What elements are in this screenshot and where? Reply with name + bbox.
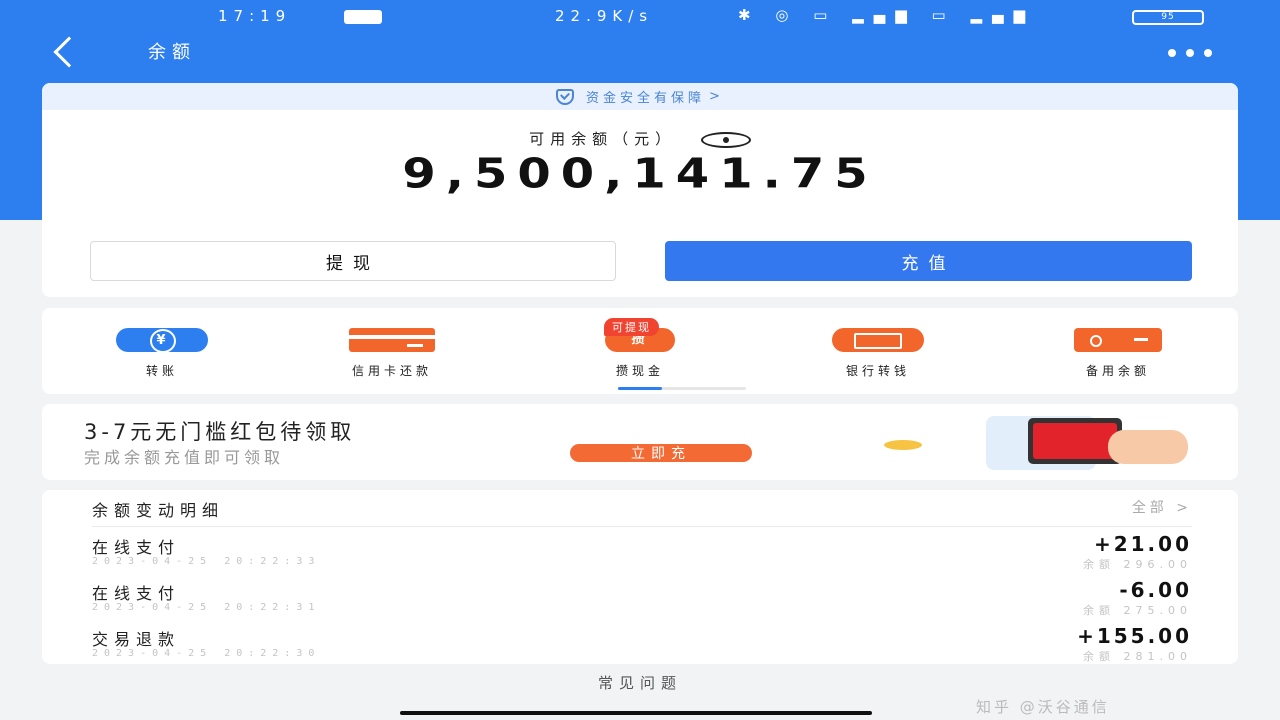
withdrawable-badge: 可提现 bbox=[604, 318, 659, 336]
service-label: 信用卡还款 bbox=[351, 364, 432, 378]
service-spare-balance[interactable]: 备用余额 bbox=[1038, 328, 1198, 379]
service-transfer[interactable]: 转账 bbox=[82, 328, 242, 379]
balance-amount: 9,500,141.75 bbox=[402, 150, 878, 198]
page-title: 余额 bbox=[148, 42, 196, 63]
promo-recharge-button[interactable]: 立即充 bbox=[570, 444, 752, 462]
promo-title: 3-7元无门槛红包待领取 bbox=[84, 420, 356, 444]
balance-history-title: 余额变动明细 bbox=[92, 501, 225, 520]
wallet-icon bbox=[1074, 328, 1162, 352]
promo-subtitle: 完成余额充值即可领取 bbox=[84, 448, 285, 467]
home-indicator[interactable] bbox=[400, 711, 872, 715]
transaction-balance: 余额 275.00 bbox=[1083, 604, 1192, 617]
transaction-name: 在线支付 bbox=[92, 538, 181, 557]
balance-history-header: 余额变动明细 全部 > bbox=[92, 497, 1192, 527]
credit-card-icon bbox=[349, 328, 435, 352]
transaction-amount: +155.00 bbox=[1077, 624, 1192, 648]
transaction-time: 2023-04-25 20:22:30 bbox=[92, 648, 321, 659]
transaction-balance: 余额 281.00 bbox=[1083, 650, 1192, 663]
status-time: 17:19 bbox=[218, 7, 292, 25]
service-bank-transfer[interactable]: 银行转钱 bbox=[798, 328, 958, 379]
view-all-label: 全部 bbox=[1131, 500, 1168, 516]
battery-icon: 95 bbox=[1132, 10, 1204, 25]
quick-services: 转账 信用卡还款 攒 可提现 攒现金 银行转钱 备用余额 bbox=[42, 308, 1238, 394]
hand-illustration bbox=[1108, 430, 1188, 464]
watermark: 知乎 @沃谷通信 bbox=[976, 698, 1110, 716]
promo-banner[interactable]: 3-7元无门槛红包待领取 完成余额充值即可领取 立即充 bbox=[42, 404, 1238, 480]
top-bar: 余额 bbox=[0, 30, 1280, 80]
available-balance-text: 可用余额（元） bbox=[529, 130, 677, 148]
notification-icon bbox=[344, 10, 382, 24]
transaction-row[interactable]: 在线支付 2023-04-25 20:22:31 -6.00 余额 275.00 bbox=[92, 578, 1192, 620]
transaction-amount: +21.00 bbox=[1093, 532, 1192, 556]
chevron-right-icon: > bbox=[709, 89, 724, 104]
transaction-name: 在线支付 bbox=[92, 584, 181, 603]
services-scroll-indicator bbox=[618, 387, 746, 390]
service-label: 银行转钱 bbox=[845, 364, 910, 378]
transaction-balance: 余额 296.00 bbox=[1083, 558, 1192, 571]
bank-transfer-icon bbox=[832, 328, 924, 352]
transfer-icon bbox=[116, 328, 208, 353]
transaction-name: 交易退款 bbox=[92, 630, 181, 649]
network-speed: 22.9K/s bbox=[555, 7, 654, 25]
transaction-row[interactable]: 在线支付 2023-04-25 20:22:33 +21.00 余额 296.0… bbox=[92, 532, 1192, 574]
service-label: 转账 bbox=[145, 364, 178, 378]
service-credit-card-repay[interactable]: 信用卡还款 bbox=[312, 328, 472, 379]
service-label: 攒现金 bbox=[615, 364, 664, 378]
status-bar: 17:19 22.9K/s ✱ ◎ ▭ ▂▄▆ ▭ ▂▄▆ 95 bbox=[0, 0, 1280, 30]
eye-icon[interactable] bbox=[700, 131, 751, 148]
withdraw-button[interactable]: 提现 bbox=[90, 241, 616, 281]
available-balance-label: 可用余额（元） bbox=[42, 128, 1238, 149]
transaction-time: 2023-04-25 20:22:31 bbox=[92, 602, 321, 613]
coin-icon bbox=[884, 440, 922, 450]
balance-history-card: 余额变动明细 全部 > 在线支付 2023-04-25 20:22:33 +21… bbox=[42, 490, 1238, 664]
balance-card: 资金安全有保障 > 可用余额（元） 9,500,141.75 提现 充值 bbox=[42, 83, 1238, 297]
fund-safety-text: 资金安全有保障 bbox=[586, 91, 706, 106]
fund-safety-link[interactable]: 资金安全有保障 > bbox=[42, 83, 1238, 110]
service-save-cash[interactable]: 攒 可提现 攒现金 bbox=[560, 318, 720, 379]
chevron-right-icon: > bbox=[1176, 500, 1192, 516]
recharge-button[interactable]: 充值 bbox=[665, 241, 1192, 281]
more-dots-icon[interactable] bbox=[1168, 42, 1238, 57]
faq-link[interactable]: 常见问题 bbox=[0, 672, 1280, 693]
status-icons: ✱ ◎ ▭ ▂▄▆ ▭ ▂▄▆ bbox=[738, 6, 1036, 24]
scroll-thumb bbox=[618, 387, 662, 390]
transaction-row[interactable]: 交易退款 2023-04-25 20:22:30 +155.00 余额 281.… bbox=[92, 624, 1192, 666]
view-all-link[interactable]: 全部 > bbox=[1132, 497, 1192, 517]
transaction-amount: -6.00 bbox=[1119, 578, 1192, 602]
service-label: 备用余额 bbox=[1085, 364, 1150, 378]
transaction-time: 2023-04-25 20:22:33 bbox=[92, 556, 321, 567]
back-chevron-icon[interactable] bbox=[53, 36, 85, 68]
shield-icon bbox=[556, 88, 575, 105]
